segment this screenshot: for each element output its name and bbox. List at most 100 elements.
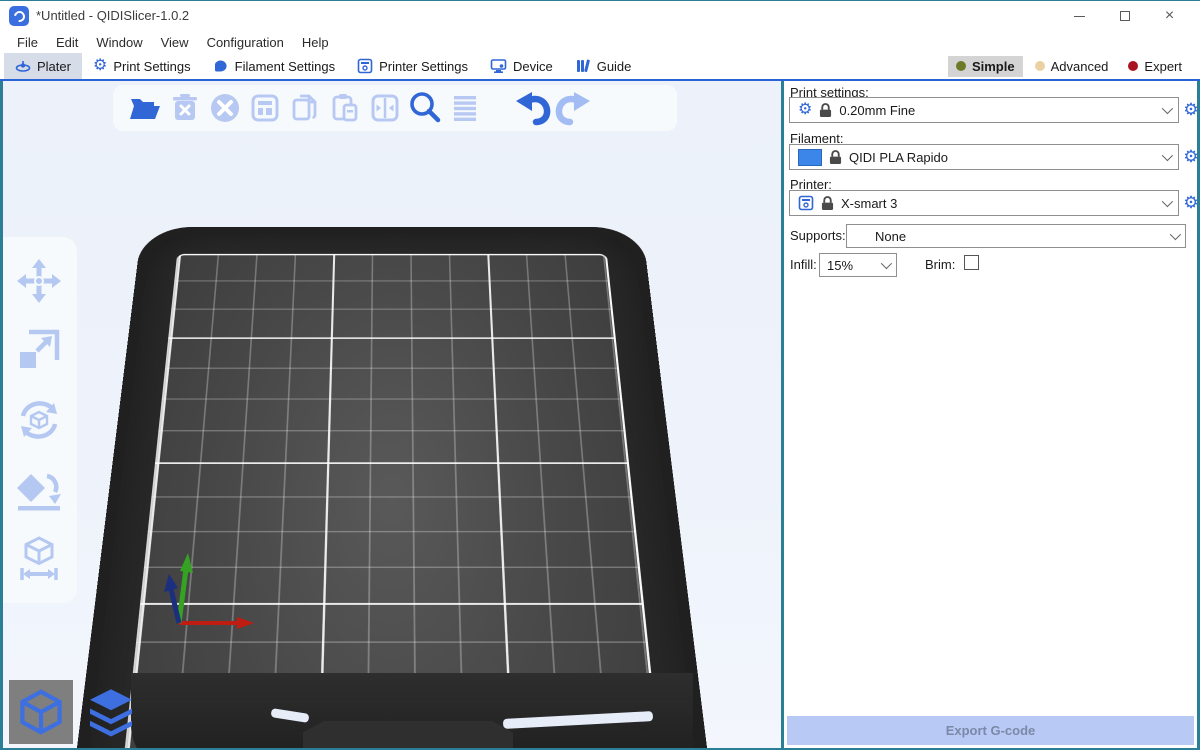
preview-layers-button[interactable]	[79, 680, 143, 744]
variable-layer-height-button[interactable]	[445, 88, 485, 128]
close-icon: ×	[1165, 8, 1174, 24]
tab-guide[interactable]: Guide	[564, 53, 643, 79]
tab-label: Device	[513, 59, 553, 74]
tab-device[interactable]: Device	[479, 53, 564, 79]
build-plate	[67, 227, 717, 747]
edit-printer-button[interactable]: ⚙	[1182, 194, 1200, 211]
open-button[interactable]	[125, 88, 165, 128]
rotate-button[interactable]	[13, 394, 65, 446]
close-button[interactable]: ×	[1147, 1, 1192, 31]
move-icon	[15, 257, 63, 305]
edit-filament-button[interactable]: ⚙	[1182, 148, 1200, 165]
3d-editor-view-icon	[14, 685, 68, 739]
infill-select[interactable]: 15%	[819, 253, 897, 277]
plater-icon	[15, 58, 31, 74]
maximize-button[interactable]	[1102, 1, 1147, 31]
qidislicer-window: *Untitled - QIDISlicer-1.0.2 × File Edit…	[0, 0, 1200, 750]
tab-label: Printer Settings	[379, 59, 468, 74]
3d-viewport[interactable]	[3, 81, 781, 748]
open-icon	[127, 90, 163, 126]
menu-configuration[interactable]: Configuration	[198, 35, 293, 50]
redo-button[interactable]	[553, 88, 593, 128]
arrange-button[interactable]	[245, 88, 285, 128]
undo-button[interactable]	[513, 88, 553, 128]
brim-checkbox[interactable]	[964, 255, 979, 270]
scale-button[interactable]	[13, 324, 65, 376]
tab-print-settings[interactable]: ⚙ Print Settings	[82, 53, 202, 79]
origin-axes-indicator	[149, 545, 271, 641]
chevron-down-icon	[881, 258, 892, 269]
split-objects-icon	[367, 90, 403, 126]
tab-printer-settings[interactable]: Printer Settings	[346, 53, 479, 79]
simple-mode-dot-icon	[956, 61, 966, 71]
printer-value: X-smart 3	[841, 196, 897, 211]
3d-editor-view-button[interactable]	[9, 680, 73, 744]
menu-file[interactable]: File	[8, 35, 47, 50]
delete-all-button[interactable]	[205, 88, 245, 128]
menu-help[interactable]: Help	[293, 35, 338, 50]
measure-icon	[15, 535, 63, 583]
move-button[interactable]	[13, 255, 65, 307]
filament-select[interactable]: QIDI PLA Rapido	[789, 144, 1179, 170]
menu-window[interactable]: Window	[87, 35, 151, 50]
mode-advanced[interactable]: Advanced	[1027, 56, 1117, 77]
app-logo-icon	[9, 6, 29, 26]
measure-button[interactable]	[13, 533, 65, 585]
gear-icon: ⚙	[798, 102, 812, 118]
y-axis-arrow	[179, 569, 186, 623]
menu-view[interactable]: View	[152, 35, 198, 50]
tab-filament-settings[interactable]: Filament Settings	[202, 53, 346, 79]
mode-label: Advanced	[1051, 59, 1109, 74]
settings-panel: Print settings: ⚙ 0.20mm Fine ⚙ Filament…	[784, 81, 1197, 748]
chevron-down-icon	[1170, 229, 1181, 240]
mode-expert[interactable]: Expert	[1120, 56, 1190, 77]
export-gcode-button[interactable]: Export G-code	[787, 716, 1194, 745]
split-objects-button[interactable]	[365, 88, 405, 128]
search-button[interactable]	[405, 88, 445, 128]
lock-icon	[829, 150, 842, 165]
supports-label: Supports:	[790, 228, 846, 243]
printer-icon	[357, 58, 373, 74]
supports-value: None	[875, 229, 906, 244]
preview-layers-icon	[83, 684, 139, 740]
arrange-icon	[247, 90, 283, 126]
build-plate-handle	[303, 721, 513, 748]
supports-select[interactable]: None	[846, 224, 1186, 248]
infill-value: 15%	[827, 258, 853, 273]
mode-simple[interactable]: Simple	[948, 56, 1023, 77]
tab-bar-spacer	[642, 53, 948, 79]
left-toolbar	[3, 237, 77, 603]
search-icon	[406, 89, 444, 127]
top-toolbar	[113, 85, 677, 131]
rotate-icon	[15, 396, 63, 444]
window-title: *Untitled - QIDISlicer-1.0.2	[36, 8, 189, 23]
copy-button[interactable]	[285, 88, 325, 128]
delete-button[interactable]	[165, 88, 205, 128]
infill-label: Infill:	[790, 257, 817, 272]
expert-mode-dot-icon	[1128, 61, 1138, 71]
paste-button[interactable]	[325, 88, 365, 128]
printer-select[interactable]: X-smart 3	[789, 190, 1179, 216]
edit-print-settings-button[interactable]: ⚙	[1182, 101, 1200, 118]
y-axis-arrowhead	[180, 553, 193, 573]
tab-label: Print Settings	[113, 59, 190, 74]
z-axis-arrowhead	[164, 574, 178, 592]
menu-edit[interactable]: Edit	[47, 35, 87, 50]
tab-plater[interactable]: Plater	[4, 53, 82, 79]
title-bar: *Untitled - QIDISlicer-1.0.2 ×	[0, 1, 1200, 31]
print-settings-select[interactable]: ⚙ 0.20mm Fine	[789, 97, 1179, 123]
delete-icon	[167, 90, 203, 126]
tab-label: Filament Settings	[235, 59, 335, 74]
build-plate-body	[45, 227, 738, 748]
minimize-button[interactable]	[1057, 1, 1102, 31]
tab-label: Guide	[597, 59, 632, 74]
undo-icon	[513, 88, 553, 128]
printer-icon	[798, 195, 814, 211]
filament-color-swatch	[798, 149, 822, 166]
menu-bar: File Edit Window View Configuration Help	[0, 31, 1200, 53]
place-on-face-icon	[15, 466, 63, 514]
place-on-face-button[interactable]	[13, 464, 65, 516]
z-axis-arrow	[171, 589, 179, 623]
minimize-icon	[1074, 16, 1085, 17]
view-toggles	[9, 680, 143, 744]
